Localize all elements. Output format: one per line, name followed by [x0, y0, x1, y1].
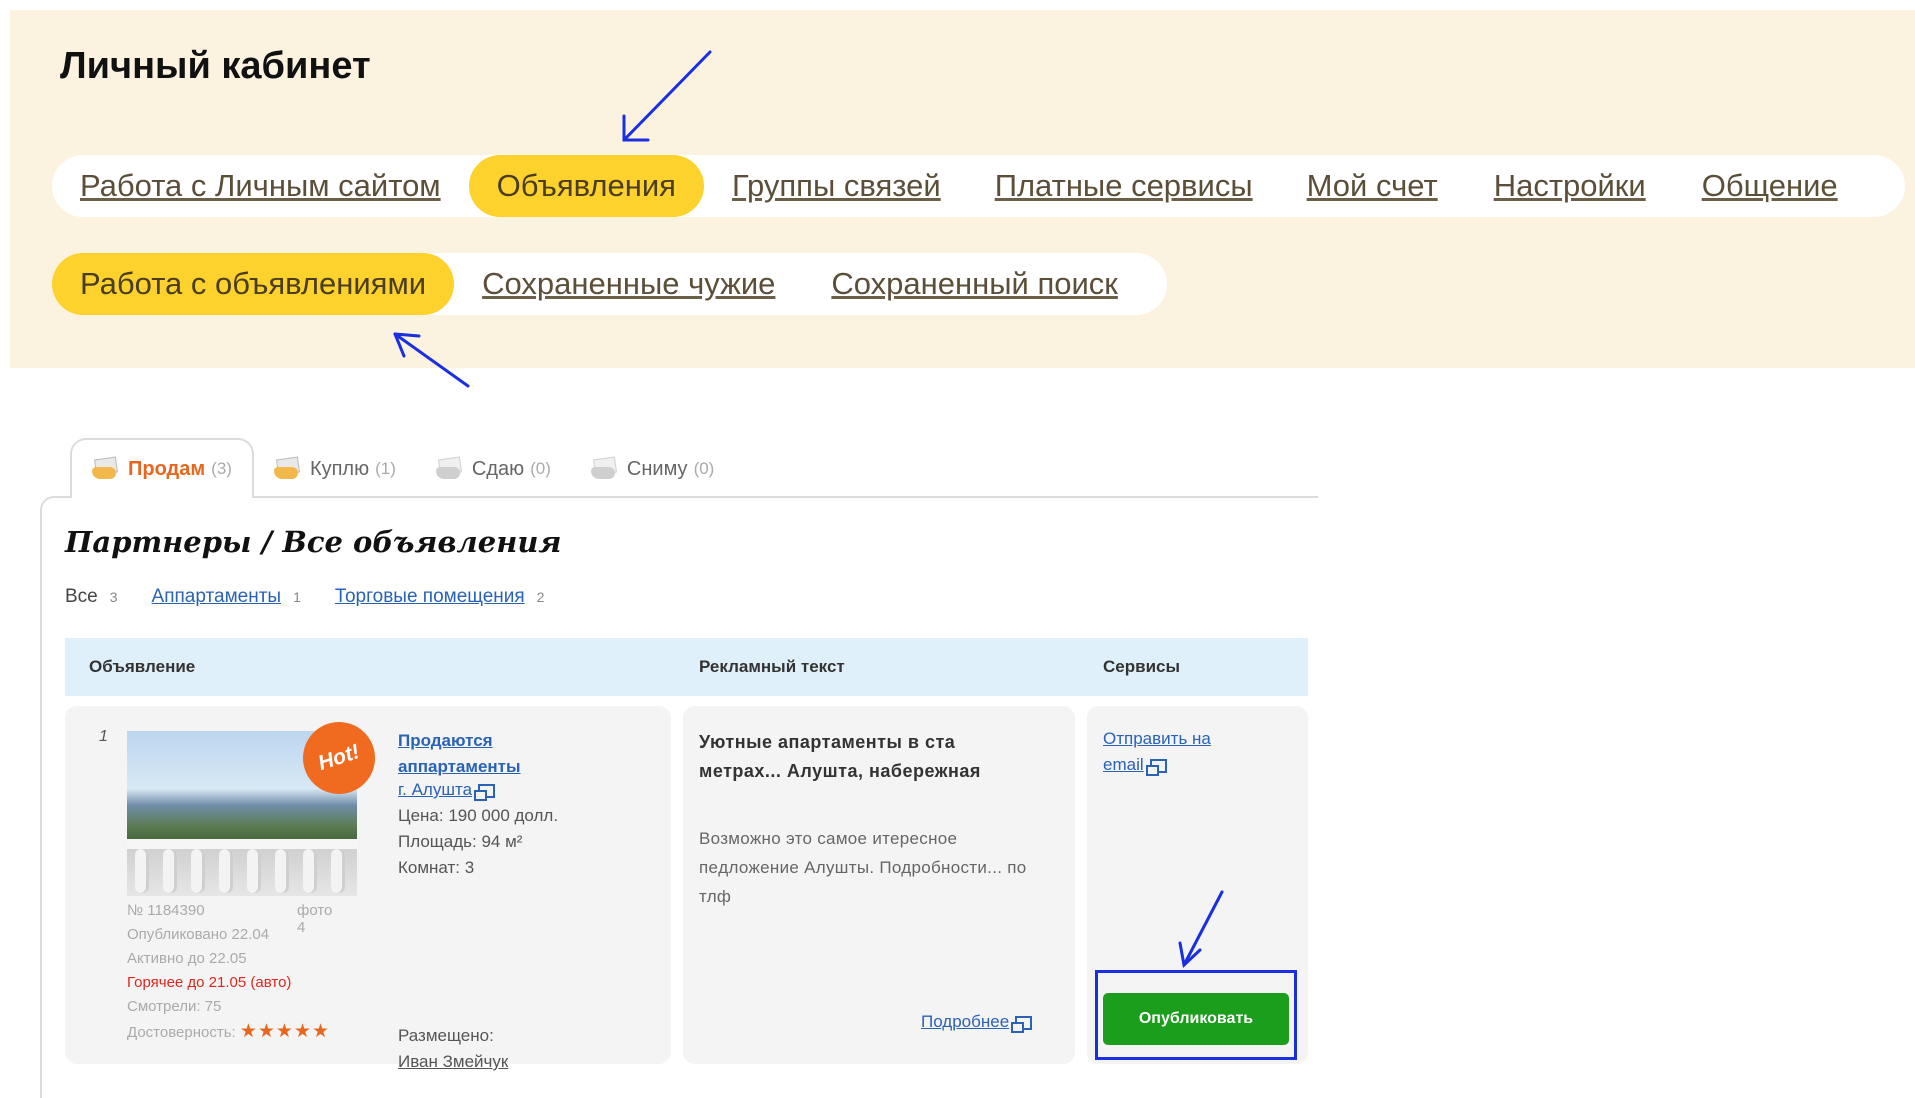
tab-sell[interactable]: Продам (3) [70, 438, 254, 498]
hand-doc-icon [92, 456, 119, 480]
annotation-arrow-publish [1178, 890, 1224, 968]
